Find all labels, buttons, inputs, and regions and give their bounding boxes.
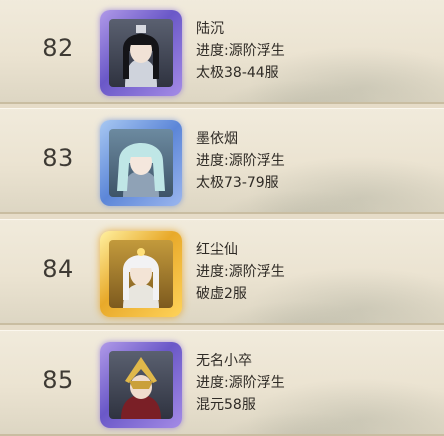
avatar-frame (100, 342, 182, 428)
rank-number: 84 (42, 255, 74, 283)
portrait-icon (117, 143, 165, 197)
ranking-row[interactable]: 82 陆沉 进度:源阶浮生 太极38-44服 (0, 0, 444, 104)
player-info: 红尘仙 进度:源阶浮生 破虚2服 (196, 239, 285, 305)
player-info: 陆沉 进度:源阶浮生 太极38-44服 (196, 18, 285, 84)
avatar[interactable] (100, 231, 182, 317)
player-server: 破虚2服 (196, 286, 247, 302)
ranking-row[interactable]: 85 无名小卒 进度:源阶浮生 混元58服 (0, 330, 444, 436)
avatar-frame (100, 10, 182, 96)
player-server: 太极73-79服 (196, 175, 279, 191)
player-server: 太极38-44服 (196, 65, 279, 81)
player-progress: 进度:源阶浮生 (196, 264, 285, 280)
player-name: 陆沉 (196, 21, 224, 37)
ranking-row[interactable]: 83 墨依烟 进度:源阶浮生 太极73-79服 (0, 108, 444, 214)
portrait-icon (123, 25, 159, 87)
player-name: 无名小卒 (196, 353, 252, 369)
avatar[interactable] (100, 10, 182, 96)
ranking-row[interactable]: 84 红尘仙 进度:源阶浮生 破虚2服 (0, 219, 444, 325)
rank-number: 82 (42, 34, 74, 62)
player-progress: 进度:源阶浮生 (196, 43, 285, 59)
avatar[interactable] (100, 342, 182, 428)
avatar[interactable] (100, 120, 182, 206)
ranking-list: 82 陆沉 进度:源阶浮生 太极38-44服 83 墨依烟 进度:源阶浮生 太极… (0, 0, 444, 436)
rank-number: 85 (42, 366, 74, 394)
player-progress: 进度:源阶浮生 (196, 375, 285, 391)
portrait-icon (123, 248, 159, 308)
avatar-frame (100, 231, 182, 317)
player-progress: 进度:源阶浮生 (196, 153, 285, 169)
player-name: 红尘仙 (196, 242, 238, 258)
avatar-frame (100, 120, 182, 206)
rank-number: 83 (42, 144, 74, 172)
portrait-icon (121, 357, 161, 419)
player-info: 墨依烟 进度:源阶浮生 太极73-79服 (196, 128, 285, 194)
player-name: 墨依烟 (196, 131, 238, 147)
player-server: 混元58服 (196, 397, 256, 413)
player-info: 无名小卒 进度:源阶浮生 混元58服 (196, 350, 285, 416)
